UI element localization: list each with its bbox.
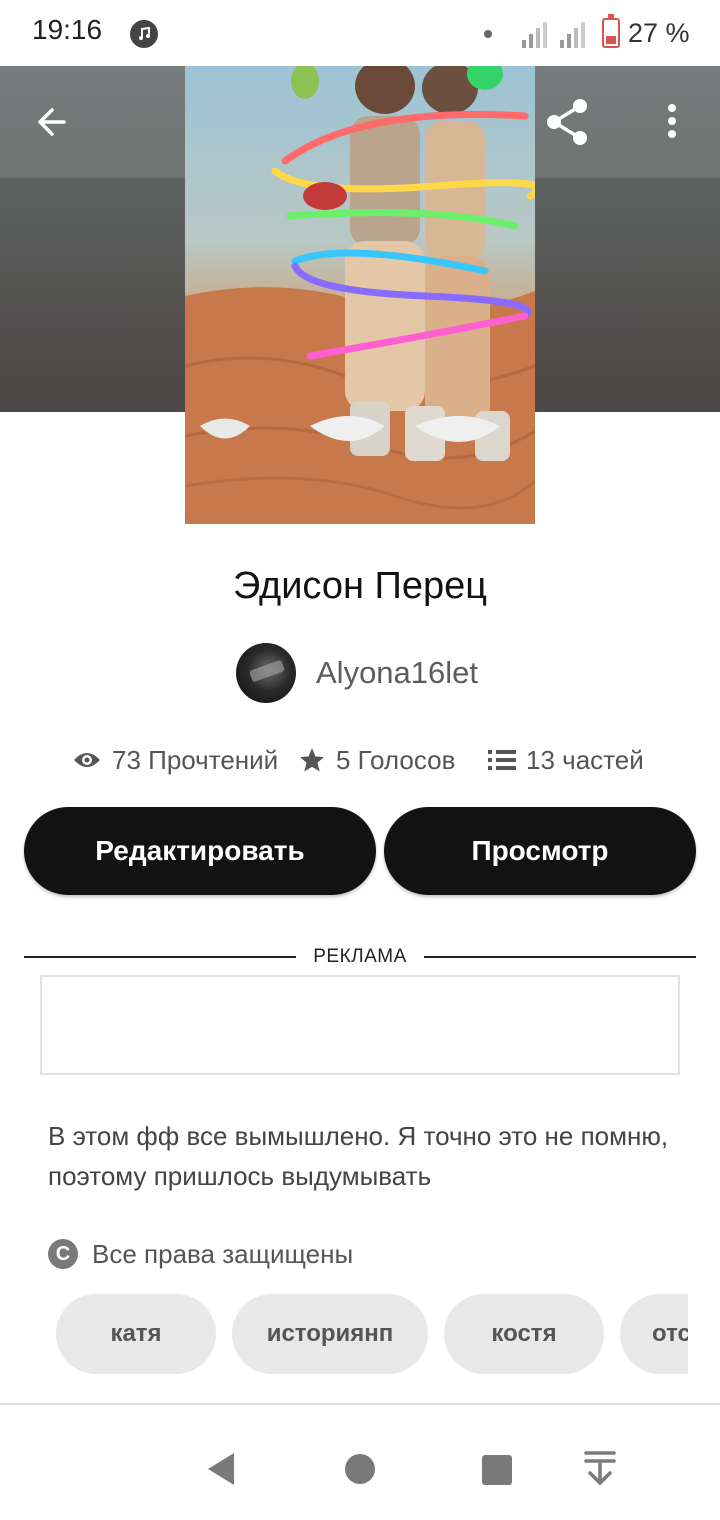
arrow-left-icon	[38, 108, 66, 136]
signal-icon	[522, 22, 547, 48]
votes-count: 5 Голосов	[336, 744, 456, 775]
story-title: Эдисон Перец	[232, 565, 488, 607]
ad-divider	[424, 956, 696, 958]
author-row[interactable]: Alyona16let	[236, 642, 478, 704]
battery-icon	[602, 14, 620, 48]
reads-count: 73 Прочтений	[112, 744, 279, 775]
tag-list: катя историянп костя отс	[56, 1294, 688, 1376]
battery-level: 27 %	[628, 18, 690, 48]
status-time: 19:16	[32, 14, 103, 45]
ad-divider	[24, 956, 296, 958]
story-description: В этом фф все вымышлено. Я точно это не …	[48, 1121, 669, 1191]
collapse-down-icon[interactable]	[578, 1447, 622, 1491]
avatar[interactable]	[236, 643, 296, 703]
more-vertical-icon	[668, 104, 676, 138]
eye-icon	[74, 753, 100, 767]
ad-label: РЕКЛАМА	[313, 946, 407, 967]
share-icon	[547, 99, 587, 145]
notification-dot-icon	[484, 30, 492, 38]
story-stats: 73 Прочтений 5 Голосов 13 частей	[0, 738, 720, 782]
copyright-text: Все права защищены	[92, 1238, 354, 1269]
stat-votes: 5 Голосов	[298, 738, 455, 782]
system-nav-bar	[0, 1405, 720, 1520]
signal-icon	[560, 22, 585, 48]
author-name[interactable]: Alyona16let	[316, 655, 478, 691]
list-icon	[488, 750, 516, 770]
edit-button[interactable]: Редактировать	[24, 807, 376, 895]
back-button[interactable]	[30, 96, 82, 148]
more-options-button[interactable]	[650, 96, 694, 152]
stat-parts: 13 частей	[488, 738, 644, 782]
stat-reads: 73 Прочтений	[72, 738, 278, 782]
copyright-row: C Все права защищены	[48, 1234, 353, 1274]
square-recents-icon[interactable]	[474, 1447, 518, 1491]
star-icon	[300, 748, 324, 772]
tag-chip[interactable]: костя	[444, 1294, 604, 1374]
copyright-icon: C	[48, 1239, 78, 1269]
status-bar: 19:16 27 %	[0, 0, 720, 66]
circle-home-icon[interactable]	[338, 1447, 382, 1491]
parts-count: 13 частей	[526, 744, 644, 775]
ad-slot[interactable]	[40, 975, 680, 1075]
tag-chip[interactable]: отс	[620, 1294, 688, 1374]
share-button[interactable]	[540, 94, 596, 150]
triangle-back-icon[interactable]	[200, 1447, 244, 1491]
music-icon	[130, 20, 158, 48]
tag-chip[interactable]: катя	[56, 1294, 216, 1374]
tag-chip[interactable]: историянп	[232, 1294, 428, 1374]
preview-button[interactable]: Просмотр	[384, 807, 696, 895]
story-cover-image	[185, 66, 535, 524]
